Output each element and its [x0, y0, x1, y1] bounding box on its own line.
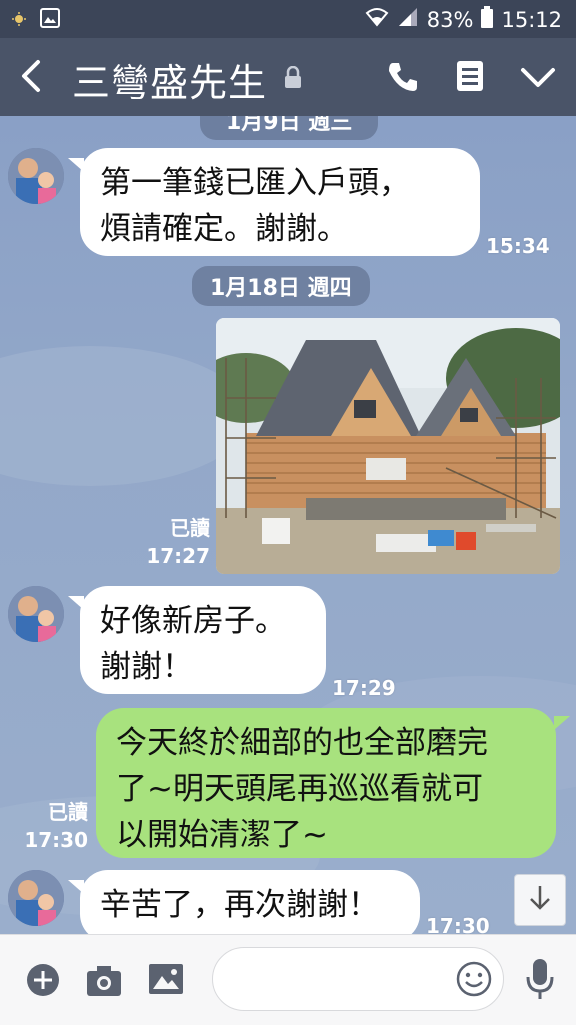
date-separator-top: 1月9日 週三 — [200, 116, 379, 140]
notification-icon — [12, 11, 26, 30]
photo-message[interactable] — [216, 318, 560, 574]
status-right: 83% 15:12 — [365, 6, 562, 33]
signal-icon — [397, 6, 419, 33]
read-label: 已讀 — [48, 800, 88, 824]
message-time: 17:29 — [332, 676, 396, 700]
battery-icon — [481, 6, 494, 33]
plus-icon[interactable] — [26, 963, 60, 1001]
status-left — [12, 8, 60, 32]
avatar[interactable] — [8, 870, 64, 926]
message-input[interactable] — [212, 947, 504, 1011]
emoji-icon[interactable] — [455, 960, 493, 1002]
message-time: 15:34 — [486, 234, 550, 258]
message-text: 了~明天頭尾再巡巡看就可 — [116, 771, 483, 807]
message-text: 第一筆錢已匯入戶頭， — [100, 165, 410, 201]
incoming-message-bubble[interactable]: 好像新房子。 謝謝！ — [80, 586, 326, 694]
chat-area[interactable]: 1月9日 週三 第一筆錢已匯入戶頭， 煩請確定。謝謝。 15:34 1月18日 … — [0, 116, 576, 934]
message-time: 17:30 — [426, 914, 490, 934]
incoming-message-bubble[interactable]: 第一筆錢已匯入戶頭， 煩請確定。謝謝。 — [80, 148, 480, 256]
message-input-bar — [0, 934, 576, 1025]
read-receipt: 已讀 17:27 — [140, 514, 210, 570]
avatar[interactable] — [8, 148, 64, 204]
scroll-to-bottom-button[interactable] — [514, 874, 566, 926]
avatar[interactable] — [8, 586, 64, 642]
incoming-message-bubble[interactable]: 辛苦了，再次謝謝！ — [80, 870, 420, 934]
message-text: 辛苦了，再次謝謝！ — [100, 887, 379, 923]
arrow-down-icon — [528, 884, 552, 916]
bubble-tail — [554, 716, 570, 730]
chevron-down-icon[interactable] — [520, 66, 556, 94]
message-text: 謝謝！ — [100, 649, 193, 685]
message-text: 好像新房子。 — [100, 603, 286, 639]
battery-level: 83% — [426, 7, 474, 32]
status-time: 15:12 — [501, 7, 562, 32]
chat-title[interactable]: 三彎盛先生 — [72, 52, 267, 107]
back-arrow-icon[interactable] — [18, 58, 44, 98]
gallery-icon[interactable] — [148, 963, 184, 999]
chat-header: 三彎盛先生 — [0, 38, 576, 116]
microphone-icon[interactable] — [524, 957, 556, 1005]
message-time: 17:30 — [24, 828, 88, 852]
outgoing-message-bubble[interactable]: 今天終於細部的也全部磨完 了~明天頭尾再巡巡看就可 以開始清潔了~ — [96, 708, 556, 858]
menu-icon[interactable] — [456, 60, 484, 96]
lock-icon — [284, 65, 302, 92]
message-text: 以開始清潔了~ — [116, 817, 328, 853]
status-bar: 83% 15:12 — [0, 0, 576, 38]
house-photo — [216, 318, 560, 574]
phone-icon[interactable] — [386, 60, 420, 98]
read-receipt: 已讀 17:30 — [14, 798, 88, 854]
message-text: 煩請確定。謝謝。 — [100, 211, 348, 247]
read-label: 已讀 — [170, 516, 210, 540]
camera-icon[interactable] — [86, 963, 122, 1001]
message-time: 17:27 — [146, 544, 210, 568]
image-notification-icon — [40, 8, 60, 32]
wifi-icon — [365, 7, 389, 32]
message-text: 今天終於細部的也全部磨完 — [116, 725, 488, 761]
date-separator: 1月18日 週四 — [192, 266, 370, 306]
